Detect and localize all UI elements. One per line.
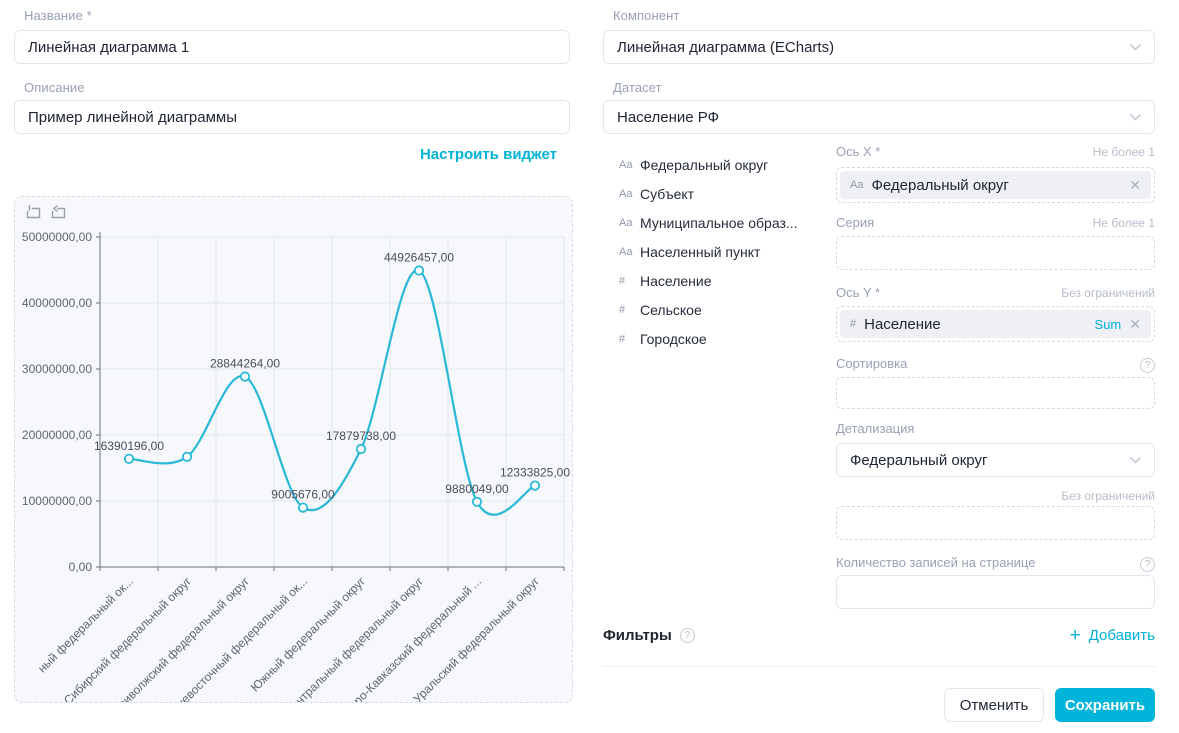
restore-icon[interactable] xyxy=(50,204,67,220)
text-type-icon: Aa xyxy=(619,188,633,200)
left-panel: Название * Линейная диаграмма 1 Описание… xyxy=(14,0,570,733)
dataset-value: Население РФ xyxy=(617,109,719,126)
field-item[interactable]: Aa Субъект xyxy=(619,179,819,208)
chart-toolbox xyxy=(25,204,67,220)
svg-text:17879738,00: 17879738,00 xyxy=(326,429,396,443)
zoom-select-icon[interactable] xyxy=(25,204,42,220)
right-panel: Компонент Линейная диаграмма (ECharts) Д… xyxy=(603,0,1155,733)
name-input[interactable]: Линейная диаграмма 1 xyxy=(14,30,570,64)
field-item[interactable]: Aa Федеральный округ xyxy=(619,150,819,179)
cancel-button[interactable]: Отменить xyxy=(944,688,1044,722)
chart-preview-card: 0,00 10000000,00 20000000,00 30000000,00 400… xyxy=(14,196,573,703)
dataset-fields-list: Aa Федеральный округ Aa Субъект Aa Муниципа… xyxy=(619,150,819,353)
axis-y-label: Ось Y * xyxy=(836,285,880,300)
svg-text:9005676,00: 9005676,00 xyxy=(271,488,335,502)
number-type-icon: # xyxy=(619,304,633,316)
svg-text:10000000,00: 10000000,00 xyxy=(22,494,92,508)
field-label: Городское xyxy=(640,331,707,347)
name-value: Линейная диаграмма 1 xyxy=(28,39,189,56)
add-filter-label: Добавить xyxy=(1089,627,1155,644)
text-type-icon: Aa xyxy=(619,159,633,171)
svg-text:40000000,00: 40000000,00 xyxy=(22,296,92,310)
svg-text:0,00: 0,00 xyxy=(69,560,93,574)
help-icon[interactable]: ? xyxy=(1140,358,1155,373)
field-label: Муниципальное образ... xyxy=(640,215,798,231)
detailing-label: Детализация xyxy=(836,421,914,436)
svg-text:44926457,00: 44926457,00 xyxy=(384,251,454,265)
chart-canvas: 0,00 10000000,00 20000000,00 30000000,00 400… xyxy=(15,197,573,702)
axis-y-dropzone[interactable]: # Население Sum ✕ xyxy=(836,306,1155,342)
field-item[interactable]: # Городское xyxy=(619,324,819,353)
text-type-icon: Aa xyxy=(850,179,863,191)
field-label: Сельское xyxy=(640,302,702,318)
description-label: Описание xyxy=(24,80,85,95)
axis-x-chip-label: Федеральный округ xyxy=(871,177,1008,194)
widget-editor: Название * Линейная диаграмма 1 Описание… xyxy=(0,0,1179,733)
sorting-dropzone[interactable] xyxy=(836,377,1155,409)
extra-zone-constraint: Без ограничений xyxy=(1061,489,1155,503)
number-type-icon: # xyxy=(619,333,633,345)
detailing-value: Федеральный округ xyxy=(850,452,987,469)
series-label: Серия xyxy=(836,215,874,230)
name-label: Название * xyxy=(24,8,92,23)
help-icon[interactable]: ? xyxy=(1140,557,1155,572)
field-label: Субъект xyxy=(640,186,694,202)
page-size-label: Количество записей на странице xyxy=(836,555,1035,570)
help-icon[interactable]: ? xyxy=(680,628,695,643)
chevron-down-icon xyxy=(1130,457,1141,464)
dataset-select[interactable]: Население РФ xyxy=(603,100,1155,134)
extra-dropzone[interactable] xyxy=(836,506,1155,540)
remove-icon[interactable]: ✕ xyxy=(1129,317,1141,331)
text-type-icon: Aa xyxy=(619,217,633,229)
aggregation-selector[interactable]: Sum xyxy=(1095,317,1122,332)
page-size-input[interactable] xyxy=(836,575,1155,609)
svg-text:28844264,00: 28844264,00 xyxy=(210,357,280,371)
chevron-down-icon xyxy=(1130,44,1141,51)
axis-x-chip[interactable]: Aa Федеральный округ ✕ xyxy=(840,171,1151,199)
svg-text:16390196,00: 16390196,00 xyxy=(94,439,164,453)
field-item[interactable]: Aa Населенный пункт xyxy=(619,237,819,266)
field-item[interactable]: # Сельское xyxy=(619,295,819,324)
text-type-icon: Aa xyxy=(619,246,633,258)
field-item[interactable]: # Население xyxy=(619,266,819,295)
axis-x-label: Ось X * xyxy=(836,144,880,159)
svg-text:ный федеральный ок...: ный федеральный ок... xyxy=(35,574,136,675)
description-input[interactable]: Пример линейной диаграммы xyxy=(14,100,570,134)
number-type-icon: # xyxy=(850,318,856,330)
field-item[interactable]: Aa Муниципальное образ... xyxy=(619,208,819,237)
footer-divider xyxy=(603,666,1155,667)
svg-text:12333825,00: 12333825,00 xyxy=(500,466,570,480)
component-value: Линейная диаграмма (ECharts) xyxy=(617,39,834,56)
description-value: Пример линейной диаграммы xyxy=(28,109,237,126)
axis-y-chip-label: Население xyxy=(864,316,941,333)
series-constraint: Не более 1 xyxy=(1093,216,1155,230)
number-type-icon: # xyxy=(619,275,633,287)
detailing-select[interactable]: Федеральный округ xyxy=(836,443,1155,477)
svg-text:30000000,00: 30000000,00 xyxy=(22,362,92,376)
field-label: Население xyxy=(640,273,712,289)
svg-text:Южный федеральный округ: Южный федеральный округ xyxy=(248,574,369,695)
svg-text:9880049,00: 9880049,00 xyxy=(445,482,509,496)
svg-text:50000000,00: 50000000,00 xyxy=(22,230,92,244)
field-label: Федеральный округ xyxy=(640,157,768,173)
add-filter-button[interactable]: + Добавить xyxy=(1070,626,1155,645)
save-button[interactable]: Сохранить xyxy=(1055,688,1155,722)
filters-label: Фильтры xyxy=(603,627,672,644)
series-dropzone[interactable] xyxy=(836,236,1155,270)
chevron-down-icon xyxy=(1130,114,1141,121)
axis-x-dropzone[interactable]: Aa Федеральный округ ✕ xyxy=(836,167,1155,203)
configure-widget-link[interactable]: Настроить виджет xyxy=(420,146,557,163)
filters-row: Фильтры ? + Добавить xyxy=(603,626,1155,645)
remove-icon[interactable]: ✕ xyxy=(1129,178,1141,192)
dataset-label: Датасет xyxy=(613,80,662,95)
field-label: Населенный пункт xyxy=(640,244,760,260)
component-select[interactable]: Линейная диаграмма (ECharts) xyxy=(603,30,1155,64)
axis-y-constraint: Без ограничений xyxy=(1061,286,1155,300)
axis-y-chip[interactable]: # Население Sum ✕ xyxy=(840,310,1151,338)
axis-x-constraint: Не более 1 xyxy=(1093,145,1155,159)
plus-icon: + xyxy=(1070,626,1081,645)
component-label: Компонент xyxy=(613,8,679,23)
svg-text:20000000,00: 20000000,00 xyxy=(22,428,92,442)
sorting-label: Сортировка xyxy=(836,356,907,371)
